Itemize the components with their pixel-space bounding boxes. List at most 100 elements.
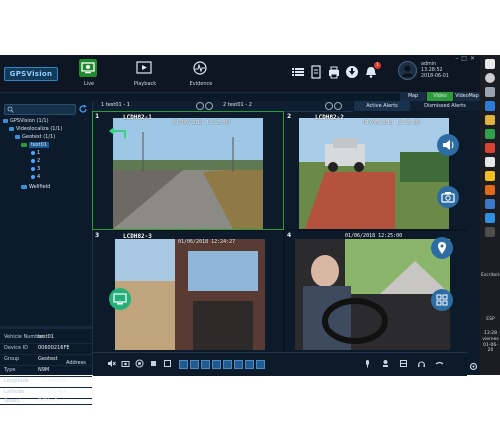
download-icon[interactable] [345, 65, 359, 79]
folder-icon [9, 126, 14, 131]
windows-start-icon[interactable] [485, 59, 495, 69]
microphone-icon[interactable] [363, 359, 372, 368]
tree-vehicle[interactable]: test01 [21, 142, 49, 149]
video-timestamp: 01/06/2018 12:25:00 [345, 233, 403, 239]
back-arrow-icon[interactable] [107, 126, 127, 140]
maximize-icon[interactable]: □ [461, 55, 470, 62]
taskbar-language[interactable]: ESP [481, 317, 500, 322]
app-icon[interactable] [485, 185, 495, 195]
document-icon[interactable] [309, 65, 323, 79]
app-icon[interactable] [485, 157, 495, 167]
nav-evidence[interactable]: Evidence [180, 57, 222, 91]
tab-map[interactable]: Map [400, 92, 426, 101]
layout-grid-icon [436, 294, 448, 306]
mute-icon[interactable] [107, 359, 116, 368]
close-icon[interactable]: ✕ [470, 55, 478, 62]
tab-dismissed-alerts[interactable]: Dismissed Alerts [412, 101, 478, 111]
video-timestamp: 01/06/2018 12:25:00 [173, 120, 231, 126]
record-icon[interactable] [325, 102, 333, 110]
layout-25-icon[interactable] [245, 360, 254, 369]
camera-icon[interactable] [121, 359, 130, 368]
video-cell-4[interactable]: 4 01/06/2018 12:25:00 [285, 231, 467, 350]
record-icon[interactable] [196, 102, 204, 110]
refresh-icon[interactable] [78, 104, 88, 114]
channel-label: LCDH82-1 [123, 114, 152, 121]
nav-live-label: Live [83, 81, 95, 87]
folder-icon [3, 118, 8, 123]
tree-channel[interactable]: 1 [31, 150, 40, 157]
tree-subgroup[interactable]: Geotest (1/1) [15, 134, 55, 141]
tab-videomap[interactable]: VideoMap [454, 92, 480, 101]
vehicle-icon [21, 142, 27, 147]
layout-6-icon[interactable] [201, 360, 210, 369]
intercom-icon[interactable] [381, 359, 390, 368]
snapshot-button[interactable] [437, 186, 459, 208]
explorer-icon[interactable] [485, 115, 495, 125]
brand-logo: GPSVision [4, 67, 58, 81]
layout-16-icon[interactable] [234, 360, 243, 369]
tab-active-alerts[interactable]: Active Alerts [354, 101, 410, 111]
layout-4-icon[interactable] [190, 360, 199, 369]
layout-8-icon[interactable] [212, 360, 221, 369]
nav-live[interactable]: Live [68, 57, 110, 91]
panel-divider[interactable] [0, 326, 92, 329]
app-icon[interactable] [485, 227, 495, 237]
task-view-icon[interactable] [485, 87, 495, 97]
list-icon[interactable] [291, 65, 305, 79]
video-title-right: 2 test01 - 2 [223, 102, 252, 108]
printer-icon[interactable] [327, 65, 341, 79]
user-date: 2018-06-01 [421, 74, 449, 79]
layout-9-icon[interactable] [223, 360, 232, 369]
snapshot-icon[interactable] [334, 102, 342, 110]
monitor-button[interactable] [109, 288, 131, 310]
video-header: 1 test01 - 1 2 test01 - 2 [93, 101, 353, 112]
tree-channel[interactable]: 2 [31, 158, 40, 165]
search-input[interactable] [4, 104, 76, 115]
snapshot-icon[interactable] [205, 102, 213, 110]
video-cell-3[interactable]: 3 LCDH82-3 01/06/2018 12:24:27 [93, 231, 283, 350]
user-info: admin 13:28:52 2018-06-01 [421, 62, 449, 80]
taskbar-date: 01-06-20 [483, 343, 498, 353]
camera-icon [31, 158, 35, 163]
location-button[interactable] [431, 237, 453, 259]
video-cell-2[interactable]: 2 LCDH82-2 01/06/2018 12:25:00 [285, 112, 467, 229]
tree-channel[interactable]: 4 [31, 174, 40, 181]
camera-icon [31, 174, 35, 179]
camera-icon [441, 192, 455, 203]
video-grid: 1 LCDH82-1 01/06/2018 12:25:00 2 LCDH82-… [92, 111, 467, 350]
alert-tabs: Active Alerts Dismissed Alerts [354, 101, 480, 111]
video-cell-1[interactable]: 1 LCDH82-1 01/06/2018 12:25:00 [92, 111, 284, 230]
device-panel: GPSVision (1/1) Videolocaliza (1/1) Geot… [0, 101, 93, 405]
monitor-icon [113, 293, 127, 305]
headset-icon[interactable] [417, 359, 426, 368]
fullscreen-icon[interactable] [163, 359, 172, 368]
audio-button[interactable] [437, 134, 459, 156]
record-icon[interactable] [135, 359, 144, 368]
layout-36-icon[interactable] [256, 360, 265, 369]
tree-group[interactable]: Videolocaliza (1/1) [9, 126, 62, 133]
tab-video[interactable]: Video [427, 92, 453, 101]
nav-playback[interactable]: Playback [124, 57, 166, 91]
hangup-icon[interactable] [435, 359, 444, 368]
stop-icon[interactable] [149, 359, 158, 368]
app-icon[interactable] [485, 129, 495, 139]
app-icon[interactable] [485, 171, 495, 181]
cell-number: 1 [95, 113, 100, 120]
tree-extra[interactable]: Wellfield [21, 184, 50, 191]
ptz-icon[interactable] [399, 359, 408, 368]
settings-icon[interactable] [469, 362, 478, 371]
app-icon[interactable] [485, 213, 495, 223]
avatar[interactable] [398, 61, 417, 80]
edge-icon[interactable] [485, 101, 495, 111]
search-icon[interactable] [485, 73, 495, 83]
cell-number: 2 [287, 113, 292, 120]
tree-channel[interactable]: 3 [31, 166, 40, 173]
layout-1-icon[interactable] [179, 360, 188, 369]
address-label: Address [66, 360, 86, 366]
tree-root[interactable]: GPSVision (1/1) [3, 118, 49, 125]
notifications-button[interactable]: 1 [364, 62, 381, 79]
layout-button[interactable] [431, 289, 453, 311]
video-timestamp: 01/06/2018 12:25:00 [363, 120, 421, 126]
app-icon[interactable] [485, 143, 495, 153]
app-icon[interactable] [485, 199, 495, 209]
